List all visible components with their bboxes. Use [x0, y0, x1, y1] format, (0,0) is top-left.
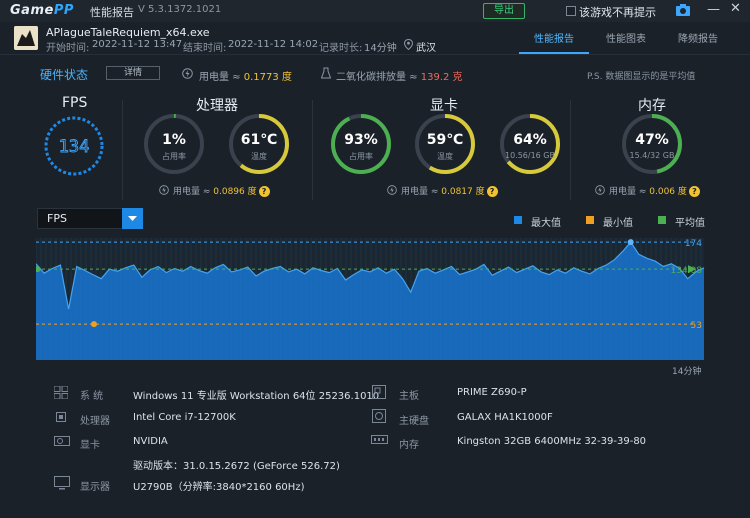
ref-label-avg: 134.08: [671, 266, 703, 276]
ps-note: P.S. 数据图显示的是平均值: [587, 72, 696, 82]
divider: [122, 100, 123, 200]
legend-avg-label: 平均值: [675, 218, 705, 229]
hide-checkbox-label[interactable]: 该游戏不再提示: [579, 4, 656, 20]
total-power: 用电量 ≈ 0.1773 度: [199, 72, 292, 83]
camera-icon[interactable]: [676, 4, 690, 16]
power-icon: [595, 185, 605, 195]
cpu-usage-value: 1%: [162, 132, 186, 148]
legend-avg-swatch: [658, 216, 666, 224]
location-icon: [404, 39, 413, 50]
start-time: 2022-11-12 13:47: [92, 39, 183, 50]
metric-select-value[interactable]: FPS: [47, 212, 67, 225]
help-icon[interactable]: ?: [688, 186, 700, 197]
details-button[interactable]: 详情: [106, 66, 160, 80]
hardware-status-title: 硬件状态: [40, 68, 89, 82]
gpu-temp-label: 温度: [437, 152, 453, 161]
fps-value: 134: [58, 137, 90, 155]
app-logo: GamePP: [10, 3, 74, 18]
motherboard-icon: [372, 385, 386, 399]
fps-chart: 174 134.08 53: [36, 238, 705, 360]
exe-name: APlagueTaleRequiem_x64.exe: [46, 26, 210, 39]
co2-icon: [321, 67, 331, 79]
gpu-driver: 驱动版本：31.0.15.2672 (GeForce 526.72): [133, 461, 340, 472]
tab-performance-report[interactable]: 性能报告: [534, 30, 574, 45]
gpu-icon: [54, 436, 70, 446]
svg-text:134: 134: [59, 137, 90, 155]
gpu-vram-value: 64%: [513, 132, 547, 148]
gpu-vram-label: 10.56/16 GB: [504, 151, 555, 160]
display-label: 显示器: [80, 482, 110, 493]
help-icon[interactable]: ?: [486, 186, 498, 197]
gpu-value: NVIDIA: [133, 436, 168, 447]
board-label: 主板: [399, 391, 419, 402]
ref-label-max: 174: [685, 239, 702, 249]
duration: 14分钟: [364, 43, 397, 54]
power-icon: [387, 185, 397, 195]
cpu-icon: [56, 412, 66, 422]
legend-max-label: 最大值: [531, 218, 561, 229]
gpu-label: 显卡: [80, 440, 100, 451]
end-label: 结束时间:: [183, 43, 227, 54]
gpu-usage-value: 93%: [344, 132, 378, 148]
game-icon: [14, 26, 38, 50]
co2-emission: 二氧化碳排放量 ≈ 139.2 克: [336, 72, 463, 83]
end-time: 2022-11-12 14:02: [228, 39, 319, 50]
cpu-usage-label: 占用率: [162, 152, 186, 161]
board-value: PRIME Z690-P: [457, 387, 527, 398]
disk-icon: [372, 409, 386, 423]
fps-title: FPS: [62, 95, 88, 111]
cpu-temp-value: 61℃: [240, 132, 278, 148]
location: 武汉: [416, 43, 436, 54]
os-value: Windows 11 专业版 Workstation 64位 25236.101…: [133, 391, 380, 402]
duration-label: 记录时长:: [319, 43, 363, 54]
memory-power: 用电量 ≈ 0.006 度?: [609, 184, 700, 197]
cpu-label: 处理器: [80, 416, 110, 427]
gpu-power: 用电量 ≈ 0.0817 度?: [401, 184, 498, 197]
chart-x-end-label: 14分钟: [672, 367, 702, 377]
start-label: 开始时间:: [46, 43, 90, 54]
monitor-icon: [54, 476, 70, 490]
hide-checkbox[interactable]: [566, 6, 576, 16]
gpu-usage-label: 占用率: [349, 152, 373, 161]
max-marker: [627, 239, 634, 246]
memory-usage-value: 47%: [635, 132, 669, 148]
power-icon: [182, 68, 193, 79]
display-value: U2790B（分辨率:3840*2160 60Hz): [133, 482, 305, 493]
windows-icon: [54, 386, 68, 399]
divider: [312, 100, 313, 200]
version-label: V 5.3.1372.1021: [138, 4, 222, 15]
tab-performance-chart[interactable]: 性能图表: [606, 30, 646, 45]
disk-label: 主硬盘: [399, 416, 429, 427]
memory-icon: [371, 435, 388, 444]
cpu-power: 用电量 ≈ 0.0896 度?: [173, 184, 270, 197]
close-button[interactable]: ✕: [730, 1, 741, 16]
ref-label-min: 53: [691, 321, 702, 331]
min-marker: [91, 321, 97, 328]
power-icon: [159, 185, 169, 195]
cpu-value: Intel Core i7-12700K: [133, 412, 236, 423]
minimize-button[interactable]: —: [707, 2, 720, 17]
cpu-temp-label: 温度: [251, 152, 267, 161]
help-icon[interactable]: ?: [258, 186, 270, 197]
window-title: 性能报告: [90, 6, 134, 19]
tab-throttle-report[interactable]: 降频报告: [678, 30, 718, 45]
legend-max-swatch: [514, 216, 522, 224]
legend-min-swatch: [586, 216, 594, 224]
export-button[interactable]: 导出: [483, 3, 525, 19]
legend-min-label: 最小值: [603, 218, 633, 229]
header-divider: [0, 54, 750, 55]
gpu-temp-value: 59℃: [426, 132, 464, 148]
os-label: 系 统: [80, 391, 104, 402]
memory-usage-label: 15.4/32 GB: [629, 151, 675, 160]
ram-label: 内存: [399, 440, 419, 451]
chevron-down-icon[interactable]: [122, 208, 143, 229]
disk-value: GALAX HA1K1000F: [457, 412, 553, 423]
divider: [570, 100, 571, 200]
ram-value: Kingston 32GB 6400MHz 32-39-39-80: [457, 436, 647, 447]
